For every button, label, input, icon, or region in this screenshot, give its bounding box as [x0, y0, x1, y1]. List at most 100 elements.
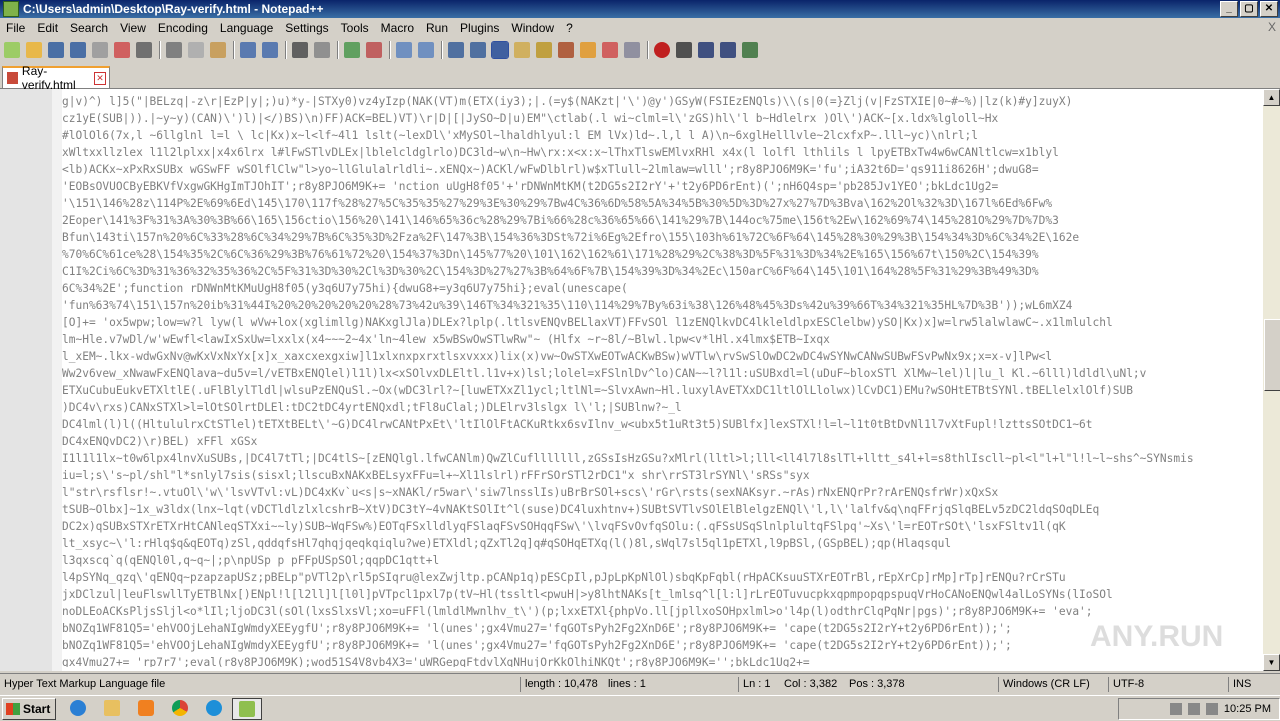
- save-all-icon[interactable]: [70, 42, 86, 58]
- tray-flag-icon[interactable]: [1205, 703, 1218, 715]
- menu-encoding[interactable]: Encoding: [152, 21, 214, 35]
- menu-plugins[interactable]: Plugins: [454, 21, 505, 35]
- copy-icon[interactable]: [188, 42, 204, 58]
- code-line[interactable]: noDLEoACKsPljsSljl<o*lIl;ljoDC3l(sOl(lxs…: [62, 603, 1256, 620]
- code-line[interactable]: g|v)^) l]5("|BELzq|-z\r|EzP|y|;)u)*y-|ST…: [62, 93, 1256, 110]
- sync-vertical-icon[interactable]: [396, 42, 412, 58]
- close-document-icon[interactable]: X: [1268, 20, 1276, 34]
- record-macro-icon[interactable]: [654, 42, 670, 58]
- code-line[interactable]: ETXuCubuEukvETXltlE(.uFlBlylTldl|wlsuPzE…: [62, 382, 1256, 399]
- code-line[interactable]: lm~Hle.v7wDl/w'wEwfl<lawIxSxUw=lxxlx(x4~…: [62, 331, 1256, 348]
- menu-settings[interactable]: Settings: [279, 21, 334, 35]
- code-line[interactable]: jxDClzul|leuFlswllTyETBlNx[)ENpl!l[l2ll]…: [62, 586, 1256, 603]
- code-line[interactable]: [O]+= 'ox5wpw;low=w?l lyw(l wVw+lox(xgli…: [62, 314, 1256, 331]
- undo-icon[interactable]: [240, 42, 256, 58]
- sync-horizontal-icon[interactable]: [418, 42, 434, 58]
- replace-icon[interactable]: [314, 42, 330, 58]
- code-line[interactable]: Bfun\143ti\157n%20%6C%33%28%6C%34%29%7B%…: [62, 229, 1256, 246]
- code-line[interactable]: bNOZq1WF81Q5='ehVOOjLehaNIgWmdyXEEygfU';…: [62, 637, 1256, 654]
- code-line[interactable]: )DC4v\rxs)CANxSTXl>l=lOtSOlrtDLEl:tDC2tD…: [62, 399, 1256, 416]
- document-map-icon[interactable]: [536, 42, 552, 58]
- code-line[interactable]: #lOlOl6(7x,l ~6llglnl l=l \ lc|Kx)x~l<lf…: [62, 127, 1256, 144]
- maximize-button[interactable]: ▢: [1240, 1, 1258, 17]
- code-line[interactable]: l3qxscq`q(qENQl0l,q~q~|;p\npUSp p pFFpUS…: [62, 552, 1256, 569]
- code-line[interactable]: 'fun%63%74\151\157n%20ib%31%44I%20%20%20…: [62, 297, 1256, 314]
- close-file-icon[interactable]: [92, 42, 108, 58]
- close-button[interactable]: ✕: [1260, 1, 1278, 17]
- menu-help[interactable]: ?: [560, 21, 579, 35]
- word-wrap-icon[interactable]: [448, 42, 464, 58]
- code-line[interactable]: '\151\146%28z\114P%2E%69%6Ed\145\170\117…: [62, 195, 1256, 212]
- menu-edit[interactable]: Edit: [31, 21, 64, 35]
- scroll-up-icon[interactable]: ▲: [1263, 89, 1280, 106]
- file-explorer-icon[interactable]: [98, 698, 126, 718]
- menu-macro[interactable]: Macro: [375, 21, 420, 35]
- edge-icon[interactable]: [200, 698, 228, 718]
- cut-icon[interactable]: [166, 42, 182, 58]
- redo-icon[interactable]: [262, 42, 278, 58]
- close-all-icon[interactable]: [114, 42, 130, 58]
- scroll-thumb[interactable]: [1264, 319, 1280, 391]
- close-tab-icon[interactable]: ✕: [93, 71, 106, 85]
- show-all-characters-icon[interactable]: [470, 42, 486, 58]
- zoom-out-icon[interactable]: [366, 42, 382, 58]
- play-macro-icon[interactable]: [698, 42, 714, 58]
- minimize-button[interactable]: _: [1220, 1, 1238, 17]
- notepad-plus-plus-taskbar-icon[interactable]: [232, 698, 262, 720]
- open-file-icon[interactable]: [26, 42, 42, 58]
- zoom-in-icon[interactable]: [344, 42, 360, 58]
- menu-view[interactable]: View: [114, 21, 152, 35]
- code-line[interactable]: xWltxxllzlex l1l2lplxx|x4x6lrx l#lFwSTlv…: [62, 144, 1256, 161]
- tray-volume-icon[interactable]: [1169, 703, 1182, 715]
- code-line[interactable]: lt_xsyc~\'l:rHlq$q&qEOTq)zSl,qddqfsHl7qh…: [62, 535, 1256, 552]
- print-icon[interactable]: [136, 42, 152, 58]
- code-line[interactable]: bNOZq1WF81Q5='ehVOOjLehaNIgWmdyXEEygfU';…: [62, 620, 1256, 637]
- code-line[interactable]: 2Eoper\141%3F%31%3A%30%3B%66\165\156ctio…: [62, 212, 1256, 229]
- menu-language[interactable]: Language: [214, 21, 279, 35]
- menu-tools[interactable]: Tools: [335, 21, 375, 35]
- internet-explorer-icon[interactable]: [64, 698, 92, 718]
- menu-file[interactable]: File: [0, 21, 31, 35]
- editor[interactable]: g|v)^) l]5("|BELzq|-z\r|EzP|y|;)u)*y-|ST…: [0, 89, 1280, 671]
- code-text[interactable]: g|v)^) l]5("|BELzq|-z\r|EzP|y|;)u)*y-|ST…: [62, 93, 1256, 667]
- code-line[interactable]: tSUB~Olbx]~1x_w3ldx(lnx~lqt(vDCTldlzlxlc…: [62, 501, 1256, 518]
- code-line[interactable]: gx4Vmu27+= 'rp7r7';eval(r8y8PJO6M9K);wod…: [62, 654, 1256, 667]
- new-file-icon[interactable]: [4, 42, 20, 58]
- media-player-icon[interactable]: [132, 698, 160, 718]
- code-line[interactable]: %70%6C%61ce%28\154%35%2C%6C%36%29%3B%76%…: [62, 246, 1256, 263]
- menu-run[interactable]: Run: [420, 21, 454, 35]
- save-icon[interactable]: [48, 42, 64, 58]
- code-line[interactable]: DC2x)qSUBxSTXrETXrHtCANleqSTXxi~~ly)SUB~…: [62, 518, 1256, 535]
- scroll-down-icon[interactable]: ▼: [1263, 654, 1280, 671]
- code-line[interactable]: I1l1l1lx~t0w6lpx4lnvXuSUBs,|DC4l7tTl;|DC…: [62, 450, 1256, 467]
- tray-network-icon[interactable]: [1187, 703, 1200, 715]
- code-line[interactable]: C1I%2Ci%6C%3D%31%36%32%35%36%2C%5F%31%3D…: [62, 263, 1256, 280]
- code-line[interactable]: cz1yE(SUB|)).|~y~y)(CAN)\')l)|</)BS)\n)F…: [62, 110, 1256, 127]
- code-line[interactable]: l_xEM~.lkx-wdwGxNv@wKxVxNxYx[x]x_xaxcxex…: [62, 348, 1256, 365]
- clock[interactable]: 10:25 PM: [1224, 703, 1271, 715]
- vertical-scrollbar[interactable]: ▲ ▼: [1263, 89, 1280, 671]
- tab-ray-verify[interactable]: Ray-verify.html ✕: [2, 64, 110, 92]
- code-line[interactable]: Ww2v6vew_xNwawFxENQlava~du5v=l/vETBxENQl…: [62, 365, 1256, 382]
- code-line[interactable]: 6C%34%2E';function rDNWnMtKMuUgH8f05(y3q…: [62, 280, 1256, 297]
- paste-icon[interactable]: [210, 42, 226, 58]
- code-line[interactable]: <lb)ACKx~xPxRxSUBx wGSwFF wSOlflClw"l>yo…: [62, 161, 1256, 178]
- menu-search[interactable]: Search: [64, 21, 114, 35]
- code-line[interactable]: 'EOBsOVUOCByEBKVfVxgwGKHgImTJOhIT';r8y8P…: [62, 178, 1256, 195]
- stop-macro-icon[interactable]: [676, 42, 692, 58]
- monitoring-icon[interactable]: [624, 42, 640, 58]
- language-define-icon[interactable]: [514, 42, 530, 58]
- find-icon[interactable]: [292, 42, 308, 58]
- code-line[interactable]: iu=l;s\'s~pl/shl"l*snlyl7sis(sisxl;llscu…: [62, 467, 1256, 484]
- run-macro-multiple-icon[interactable]: [720, 42, 736, 58]
- folder-workspace-icon[interactable]: [580, 42, 596, 58]
- clipboard-history-icon[interactable]: [602, 42, 618, 58]
- menu-window[interactable]: Window: [505, 21, 560, 35]
- function-list-icon[interactable]: [558, 42, 574, 58]
- code-line[interactable]: l"str\rsflsr!~.vtuOl\'w\'lsvVTvl:vL)DC4x…: [62, 484, 1256, 501]
- save-macro-icon[interactable]: [742, 42, 758, 58]
- chrome-icon[interactable]: [166, 698, 194, 718]
- code-line[interactable]: l4pSYNq_qzq\'qENQq~pzapzapUSz;pBELp"pVTl…: [62, 569, 1256, 586]
- start-button[interactable]: Start: [2, 698, 56, 720]
- indent-guide-icon[interactable]: [491, 41, 509, 59]
